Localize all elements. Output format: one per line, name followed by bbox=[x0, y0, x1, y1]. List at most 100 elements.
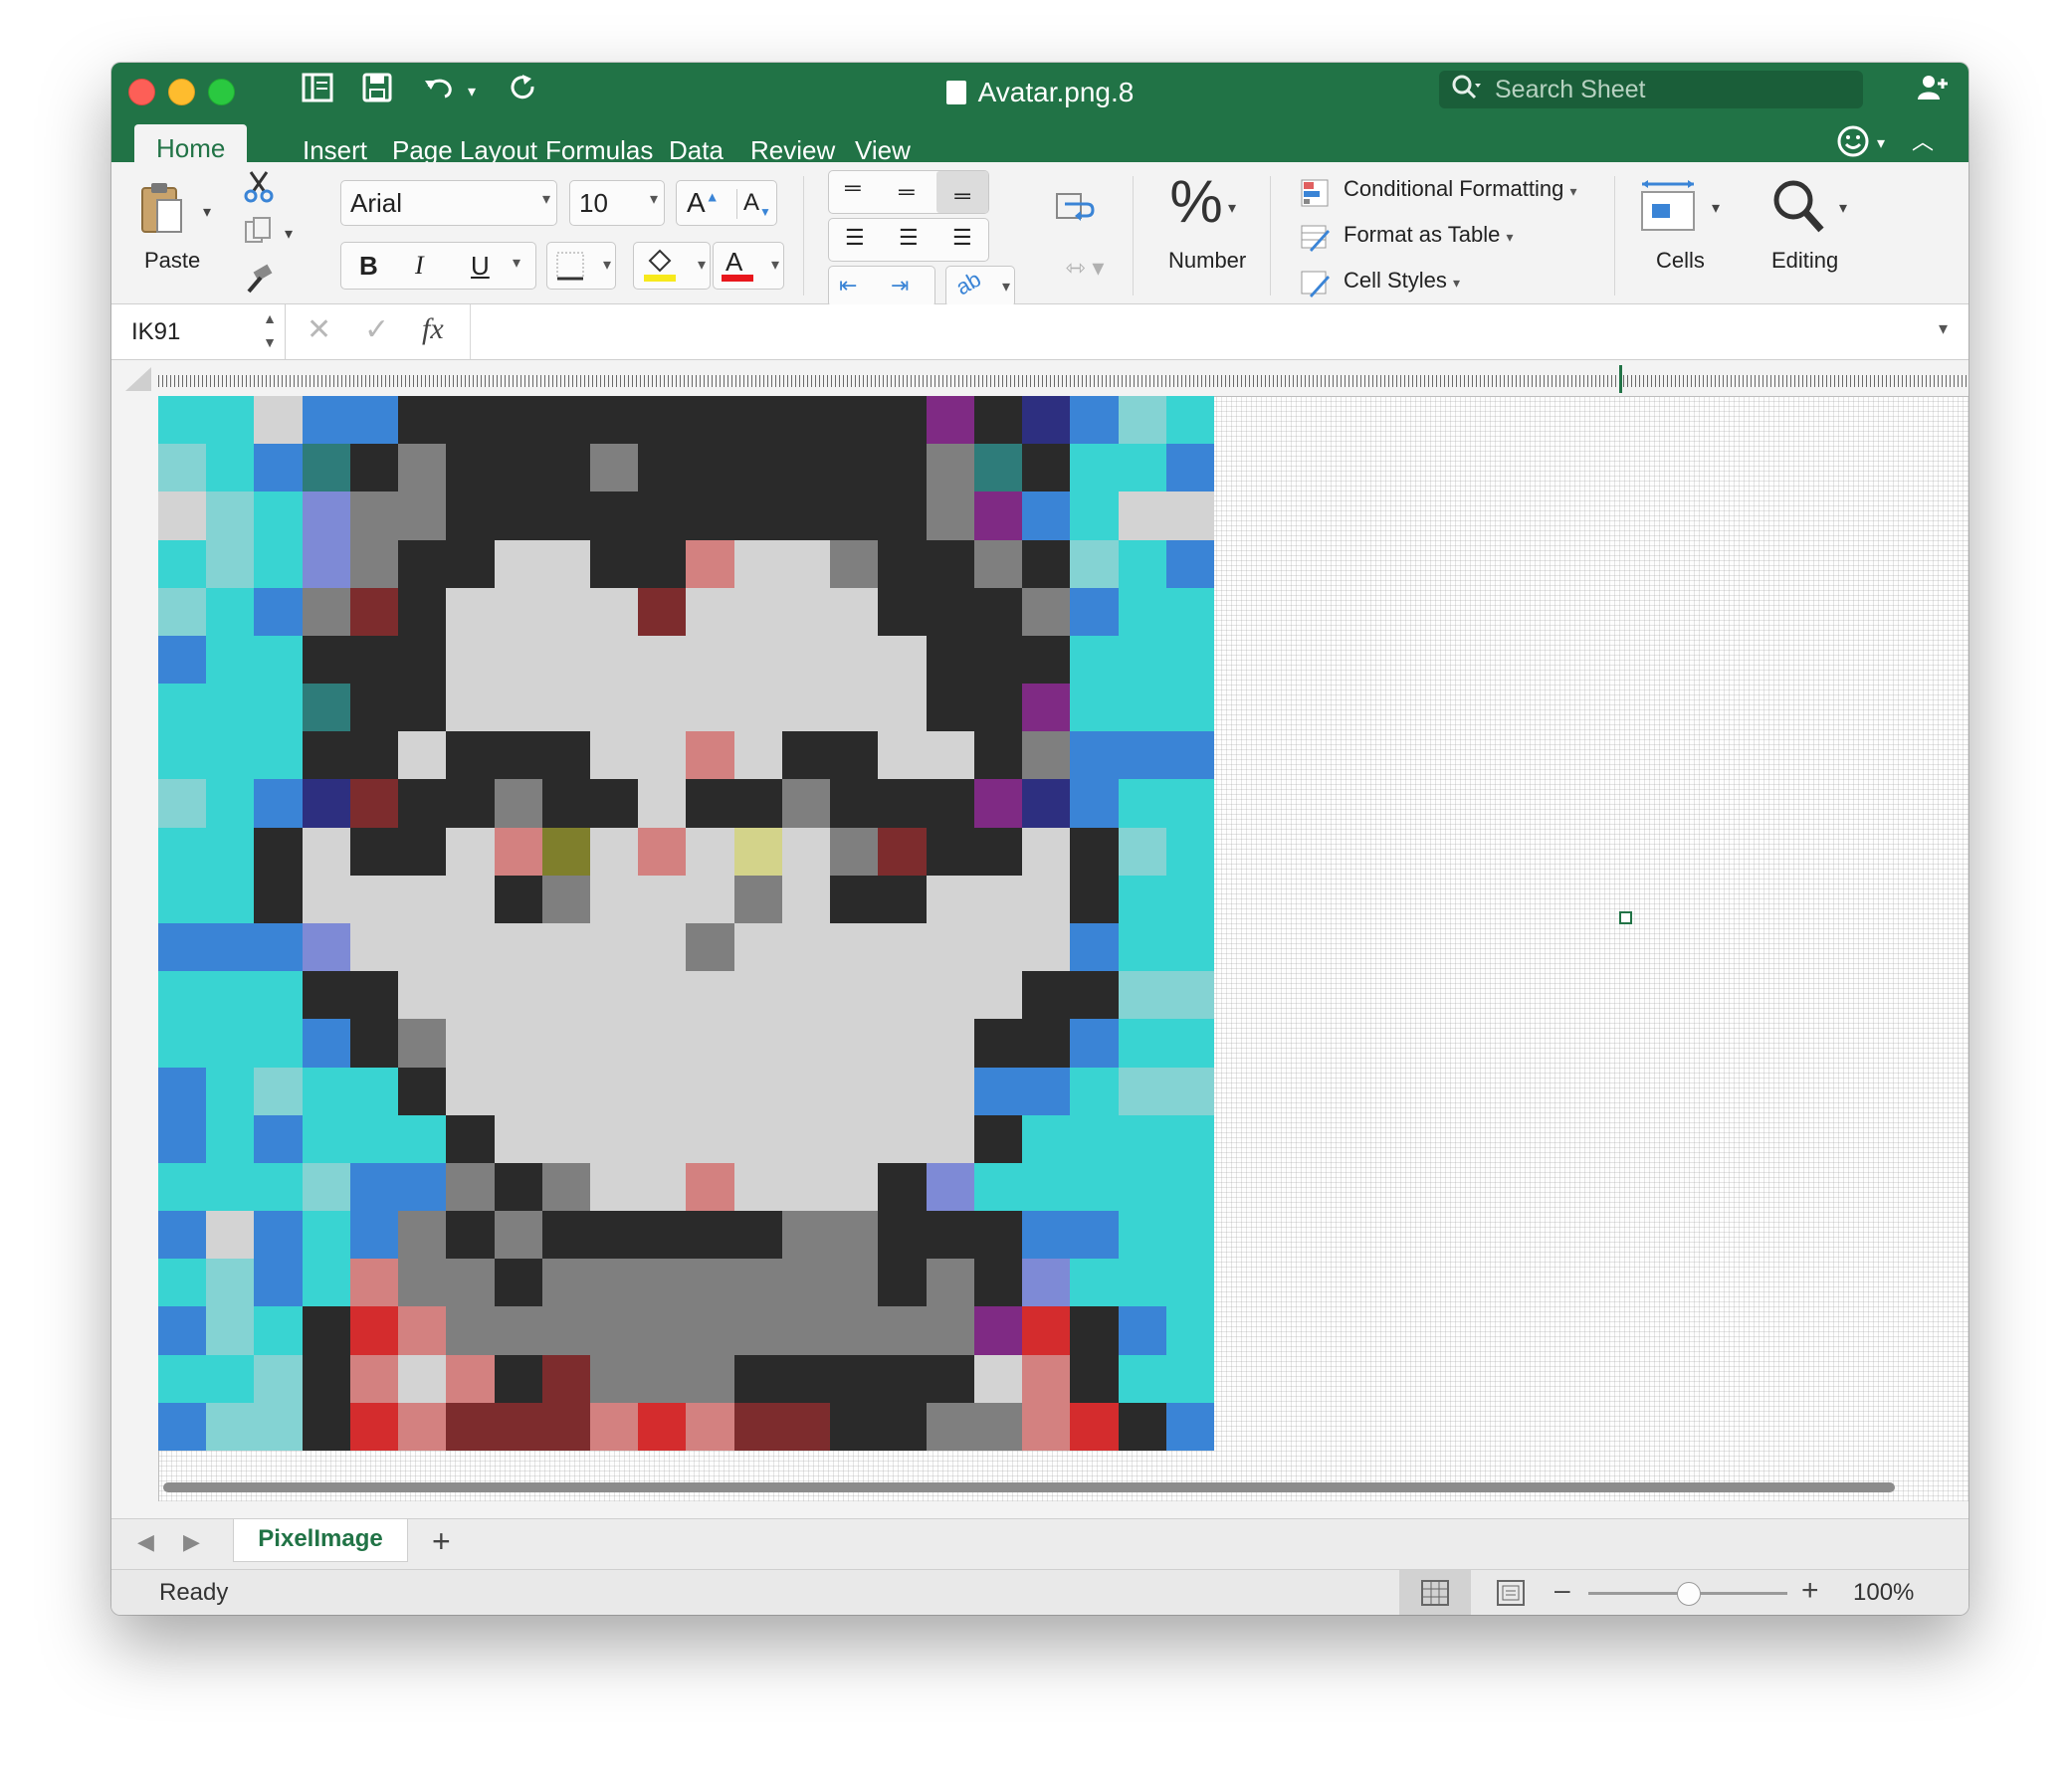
pixel-cell[interactable] bbox=[158, 396, 207, 445]
zoom-slider-knob[interactable] bbox=[1677, 1582, 1701, 1606]
pixel-cell[interactable] bbox=[494, 731, 542, 780]
format-as-table-label[interactable]: Format as Table ▾ bbox=[1344, 222, 1514, 248]
pixel-cell[interactable] bbox=[494, 971, 542, 1020]
pixel-cell[interactable] bbox=[1070, 827, 1119, 876]
pixel-cell[interactable] bbox=[541, 539, 591, 588]
pixel-cell[interactable] bbox=[686, 1306, 734, 1355]
pixel-cell[interactable] bbox=[254, 971, 303, 1020]
clipboard-icon[interactable] bbox=[139, 180, 185, 236]
pixel-cell[interactable] bbox=[830, 444, 879, 492]
pixel-cell[interactable] bbox=[1070, 587, 1119, 636]
pixel-cell[interactable] bbox=[733, 491, 782, 540]
pixel-cell[interactable] bbox=[254, 1354, 303, 1403]
pixel-cell[interactable] bbox=[1070, 1067, 1119, 1115]
pixel-cell[interactable] bbox=[1165, 539, 1214, 588]
pixel-cell[interactable] bbox=[1165, 1259, 1214, 1307]
pixel-cell[interactable] bbox=[686, 635, 734, 685]
pixel-cell[interactable] bbox=[398, 539, 447, 588]
pixel-cell[interactable] bbox=[541, 827, 591, 876]
italic-button[interactable]: I bbox=[415, 251, 424, 281]
pixel-cell[interactable] bbox=[494, 444, 542, 492]
pixel-cell[interactable] bbox=[1118, 1402, 1166, 1451]
pixel-cell[interactable] bbox=[1165, 1402, 1214, 1451]
pixel-cell[interactable] bbox=[349, 444, 399, 492]
pixel-cell[interactable] bbox=[254, 1259, 303, 1307]
pixel-cell[interactable] bbox=[541, 875, 591, 923]
pixel-cell[interactable] bbox=[206, 1402, 255, 1451]
pixel-cell[interactable] bbox=[302, 1306, 350, 1355]
pixel-cell[interactable] bbox=[973, 1019, 1023, 1068]
pixel-cell[interactable] bbox=[1165, 444, 1214, 492]
editing-dropdown-icon[interactable]: ▾ bbox=[1839, 198, 1847, 218]
pixel-cell[interactable] bbox=[1165, 1306, 1214, 1355]
pixel-cell[interactable] bbox=[206, 1306, 255, 1355]
pixel-cell[interactable] bbox=[590, 396, 639, 445]
pixel-cell[interactable] bbox=[638, 923, 687, 972]
pixel-cell[interactable] bbox=[1022, 779, 1071, 828]
pixel-cell[interactable] bbox=[446, 1067, 495, 1115]
pixel-cell[interactable] bbox=[446, 971, 495, 1020]
pixel-cell[interactable] bbox=[1022, 1114, 1071, 1163]
pixel-cell[interactable] bbox=[1070, 539, 1119, 588]
pixel-cell[interactable] bbox=[686, 491, 734, 540]
pixel-cell[interactable] bbox=[590, 923, 639, 972]
pixel-cell[interactable] bbox=[878, 827, 927, 876]
pixel-cell[interactable] bbox=[206, 1162, 255, 1212]
pixel-cell[interactable] bbox=[781, 875, 831, 923]
cell-styles-label[interactable]: Cell Styles ▾ bbox=[1344, 268, 1460, 294]
pixel-cell[interactable] bbox=[926, 731, 974, 780]
pixel-cell[interactable] bbox=[926, 587, 974, 636]
pixel-cell[interactable] bbox=[1165, 684, 1214, 732]
pixel-cell[interactable] bbox=[686, 1211, 734, 1260]
pixel-cell[interactable] bbox=[781, 731, 831, 780]
collapse-ribbon-chevron-up-icon[interactable]: ︿ bbox=[1903, 122, 1943, 162]
pixel-cell[interactable] bbox=[541, 1067, 591, 1115]
pixel-cell[interactable] bbox=[1022, 539, 1071, 588]
cells-dropdown-icon[interactable]: ▾ bbox=[1712, 198, 1720, 218]
pixel-cell[interactable] bbox=[686, 444, 734, 492]
pixel-cell[interactable] bbox=[206, 684, 255, 732]
pixel-cell[interactable] bbox=[830, 923, 879, 972]
borders-button[interactable]: ▾ bbox=[546, 242, 616, 290]
pixel-cell[interactable] bbox=[302, 875, 350, 923]
pixel-cell[interactable] bbox=[686, 1354, 734, 1403]
pixel-cell[interactable] bbox=[590, 491, 639, 540]
pixel-cell[interactable] bbox=[878, 779, 927, 828]
pixel-cell[interactable] bbox=[638, 1162, 687, 1212]
pixel-cell[interactable] bbox=[541, 587, 591, 636]
pixel-cell[interactable] bbox=[302, 1259, 350, 1307]
pixel-cell[interactable] bbox=[158, 635, 207, 685]
pixel-cell[interactable] bbox=[686, 684, 734, 732]
pixel-cell[interactable] bbox=[590, 1306, 639, 1355]
pixel-cell[interactable] bbox=[254, 1306, 303, 1355]
pixel-cell[interactable] bbox=[638, 779, 687, 828]
pixel-cell[interactable] bbox=[349, 971, 399, 1020]
editing-magnifier-icon[interactable] bbox=[1771, 178, 1827, 234]
worksheet-grid[interactable] bbox=[111, 361, 1968, 1501]
pixel-cell[interactable] bbox=[781, 971, 831, 1020]
pixel-cell[interactable] bbox=[830, 587, 879, 636]
pixel-cell[interactable] bbox=[590, 779, 639, 828]
pixel-cell[interactable] bbox=[206, 923, 255, 972]
pixel-cell[interactable] bbox=[926, 1019, 974, 1068]
pixel-cell[interactable] bbox=[158, 875, 207, 923]
pixel-cell[interactable] bbox=[302, 779, 350, 828]
decrease-indent-icon[interactable]: ⇤ bbox=[839, 273, 857, 298]
pixel-cell[interactable] bbox=[398, 1019, 447, 1068]
pixel-cell[interactable] bbox=[349, 875, 399, 923]
pixel-cell[interactable] bbox=[686, 587, 734, 636]
pixel-cell[interactable] bbox=[733, 1306, 782, 1355]
pixel-cell[interactable] bbox=[830, 1019, 879, 1068]
pixel-cell[interactable] bbox=[830, 1067, 879, 1115]
pixel-cell[interactable] bbox=[781, 396, 831, 445]
pixel-cell[interactable] bbox=[926, 1354, 974, 1403]
name-box-stepper-icon[interactable]: ▲ ▼ bbox=[263, 306, 277, 354]
pixel-cell[interactable] bbox=[1118, 539, 1166, 588]
pixel-cell[interactable] bbox=[973, 827, 1023, 876]
pixel-cell[interactable] bbox=[398, 1259, 447, 1307]
row-headers[interactable] bbox=[111, 396, 159, 1501]
search-sheet-field[interactable]: Search Sheet bbox=[1439, 71, 1863, 108]
pixel-cell[interactable] bbox=[398, 491, 447, 540]
pixel-cell[interactable] bbox=[302, 1402, 350, 1451]
pixel-cell[interactable] bbox=[638, 1114, 687, 1163]
